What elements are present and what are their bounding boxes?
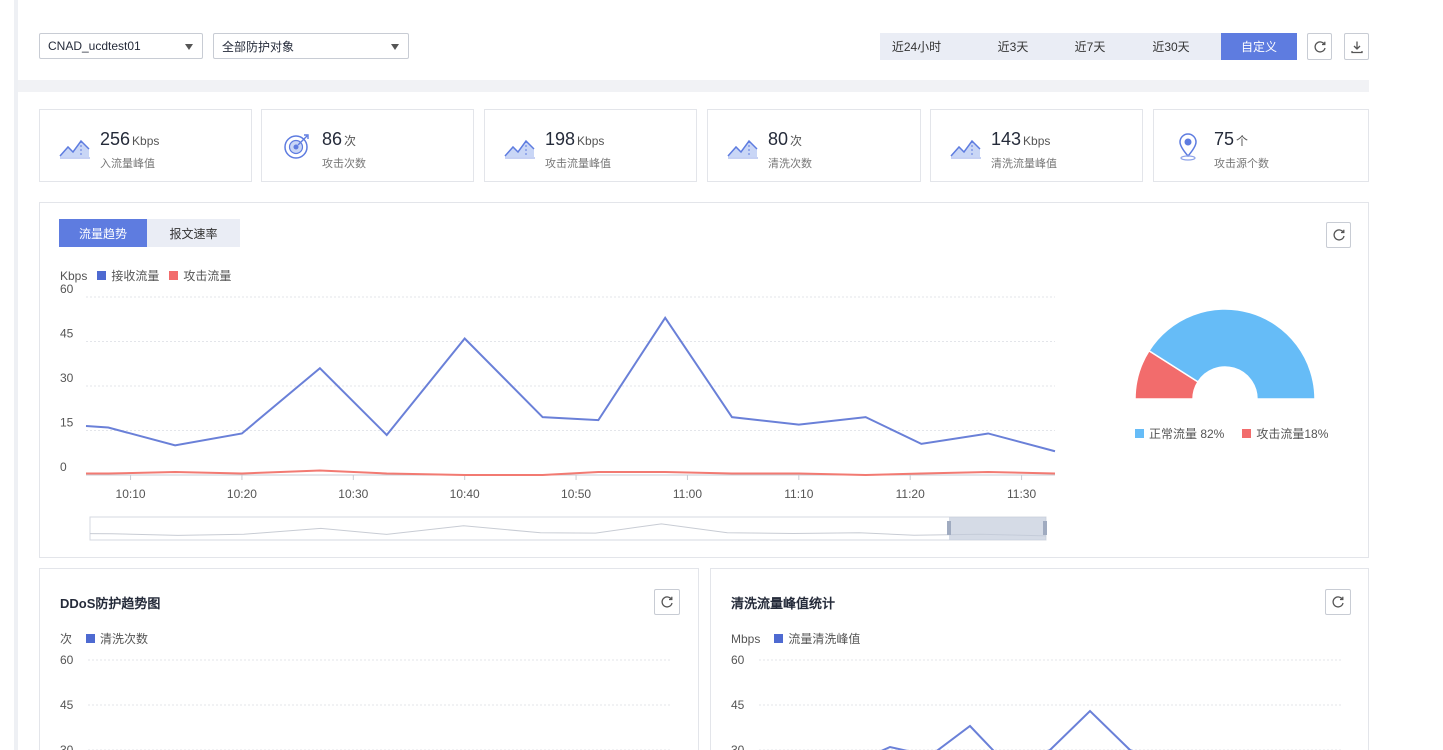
y-tick-label: 60 (60, 653, 74, 667)
y-tick-label: 60 (731, 653, 745, 667)
y-tick-label: 45 (60, 698, 74, 712)
bottom-line-charts: 60 45 30 60 45 30 (60, 653, 1342, 750)
y-tick-label: 45 (731, 698, 745, 712)
y-tick-label: 30 (60, 743, 74, 750)
series-line-scrub-peak (880, 709, 1133, 750)
y-tick-label: 30 (731, 743, 745, 750)
